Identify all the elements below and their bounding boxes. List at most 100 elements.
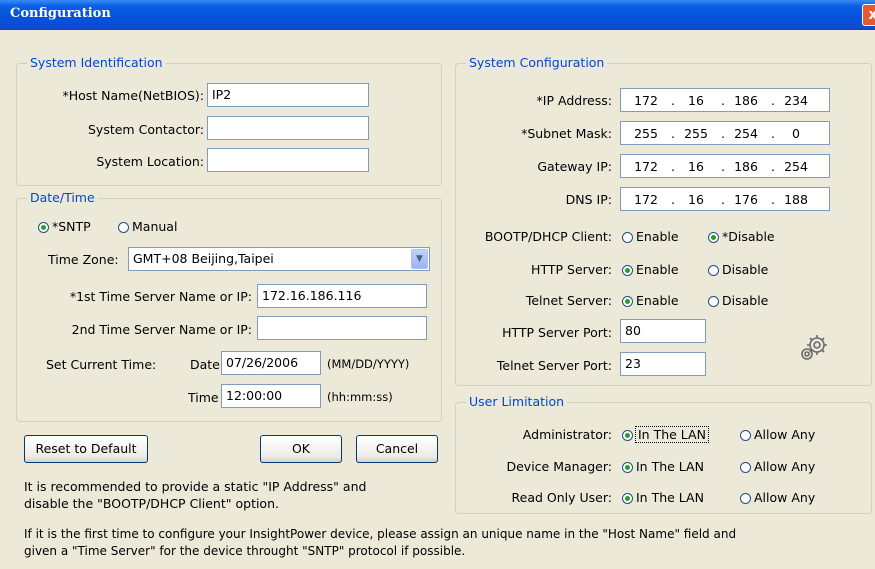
administrator-label: Administrator: bbox=[522, 427, 612, 442]
dns-dot: . bbox=[771, 192, 775, 207]
read-only-any-radio-circle bbox=[740, 493, 751, 504]
dns-octet-2: 16 bbox=[688, 192, 704, 207]
device-manager-any-label: Allow Any bbox=[754, 459, 816, 474]
sntp-radio[interactable]: *SNTP bbox=[38, 219, 91, 234]
read-only-lan-radio[interactable]: In The LAN bbox=[622, 490, 704, 505]
system-location-input[interactable] bbox=[207, 148, 369, 172]
telnet-enable-label: Enable bbox=[636, 293, 679, 308]
time-server-2-input[interactable] bbox=[257, 316, 427, 340]
bottom-note-line1: If it is the first time to configure you… bbox=[24, 527, 737, 541]
administrator-lan-label: In The LAN bbox=[635, 426, 709, 443]
time-zone-select[interactable]: GMT+08 Beijing,Taipei ▼ bbox=[128, 247, 430, 271]
gateway-ip-label: Gateway IP: bbox=[537, 159, 612, 174]
mask-dot: . bbox=[671, 126, 675, 141]
ip-dot: . bbox=[771, 93, 775, 108]
read-only-any-label: Allow Any bbox=[754, 490, 816, 505]
gateway-dot: . bbox=[671, 159, 675, 174]
device-manager-lan-radio[interactable]: In The LAN bbox=[622, 459, 704, 474]
telnet-server-label: Telnet Server: bbox=[525, 293, 612, 308]
mask-dot: . bbox=[721, 126, 725, 141]
window-title: Configuration bbox=[10, 6, 111, 21]
gateway-ip-input[interactable]: 172 . 16 . 186 . 254 bbox=[620, 154, 830, 178]
ip-octet-2: 16 bbox=[688, 93, 704, 108]
telnet-disable-label: Disable bbox=[722, 293, 769, 308]
bottom-note-line2: given a "Time Server" for the device thr… bbox=[24, 544, 466, 558]
subnet-mask-label: *Subnet Mask: bbox=[521, 126, 612, 141]
time-input[interactable]: 12:00:00 bbox=[221, 384, 321, 408]
set-current-time-label: Set Current Time: bbox=[46, 357, 157, 372]
telnet-disable-radio[interactable]: Disable bbox=[708, 293, 768, 308]
administrator-any-radio[interactable]: Allow Any bbox=[740, 427, 815, 442]
sntp-radio-label: *SNTP bbox=[52, 219, 91, 234]
dns-octet-4: 188 bbox=[784, 192, 808, 207]
system-contactor-label: System Contactor: bbox=[88, 122, 204, 137]
ok-button[interactable]: OK bbox=[260, 435, 342, 463]
ip-octet-4: 234 bbox=[784, 93, 808, 108]
system-location-label: System Location: bbox=[96, 154, 204, 169]
recommendation-note-line2: disable the "BOOTP/DHCP Client" option. bbox=[24, 496, 279, 511]
date-format-label: (MM/DD/YYYY) bbox=[327, 357, 410, 371]
user-limitation-legend: User Limitation bbox=[466, 394, 568, 409]
http-disable-label: Disable bbox=[722, 262, 769, 277]
cancel-button[interactable]: Cancel bbox=[356, 435, 438, 463]
time-label: Time bbox=[188, 390, 219, 405]
bootp-disable-radio[interactable]: *Disable bbox=[708, 229, 775, 244]
close-icon[interactable]: x bbox=[862, 4, 875, 26]
dns-octet-1: 172 bbox=[634, 192, 658, 207]
device-manager-label: Device Manager: bbox=[506, 459, 612, 474]
reset-to-default-button[interactable]: Reset to Default bbox=[24, 435, 148, 463]
time-server-1-input[interactable]: 172.16.186.116 bbox=[257, 284, 427, 308]
device-manager-any-radio-circle bbox=[740, 462, 751, 473]
system-contactor-input[interactable] bbox=[207, 116, 369, 140]
bootp-enable-radio[interactable]: Enable bbox=[622, 229, 679, 244]
gateway-octet-1: 172 bbox=[634, 159, 658, 174]
time-zone-value: GMT+08 Beijing,Taipei bbox=[133, 251, 274, 266]
ip-octet-1: 172 bbox=[634, 93, 658, 108]
read-only-lan-label: In The LAN bbox=[636, 490, 704, 505]
telnet-server-port-label: Telnet Server Port: bbox=[496, 358, 612, 373]
recommendation-note-line1: It is recommended to provide a static "I… bbox=[24, 479, 367, 494]
http-server-port-input[interactable]: 80 bbox=[620, 319, 706, 343]
telnet-server-port-input[interactable]: 23 bbox=[620, 352, 706, 376]
administrator-lan-radio[interactable]: In The LAN bbox=[622, 426, 709, 443]
bootp-disable-label: *Disable bbox=[722, 229, 775, 244]
subnet-mask-input[interactable]: 255 . 255 . 254 . 0 bbox=[620, 121, 830, 145]
mask-octet-1: 255 bbox=[634, 126, 658, 141]
read-only-lan-radio-circle bbox=[622, 493, 633, 504]
ip-address-input[interactable]: 172 . 16 . 186 . 234 bbox=[620, 88, 830, 112]
dns-octet-3: 176 bbox=[734, 192, 758, 207]
telnet-enable-radio[interactable]: Enable bbox=[622, 293, 679, 308]
chevron-down-icon[interactable]: ▼ bbox=[411, 249, 428, 269]
mask-octet-3: 254 bbox=[734, 126, 758, 141]
dns-ip-input[interactable]: 172 . 16 . 176 . 188 bbox=[620, 187, 830, 211]
telnet-disable-radio-circle bbox=[708, 296, 719, 307]
manual-radio[interactable]: Manual bbox=[118, 219, 177, 234]
ip-dot: . bbox=[721, 93, 725, 108]
device-manager-any-radio[interactable]: Allow Any bbox=[740, 459, 815, 474]
time-format-label: (hh:mm:ss) bbox=[327, 390, 393, 404]
configuration-window: Configuration x System Identification *H… bbox=[0, 0, 875, 569]
http-enable-radio[interactable]: Enable bbox=[622, 262, 679, 277]
time-server-2-label: 2nd Time Server Name or IP: bbox=[71, 322, 252, 337]
gear-icon[interactable] bbox=[797, 330, 831, 364]
sntp-radio-circle bbox=[38, 222, 49, 233]
host-name-input[interactable]: IP2 bbox=[207, 83, 369, 107]
device-manager-lan-label: In The LAN bbox=[636, 459, 704, 474]
read-only-any-radio[interactable]: Allow Any bbox=[740, 490, 815, 505]
dns-dot: . bbox=[671, 192, 675, 207]
mask-dot: . bbox=[771, 126, 775, 141]
administrator-any-label: Allow Any bbox=[754, 427, 816, 442]
gateway-dot: . bbox=[771, 159, 775, 174]
http-disable-radio-circle bbox=[708, 265, 719, 276]
gateway-octet-2: 16 bbox=[688, 159, 704, 174]
time-zone-label: Time Zone: bbox=[48, 252, 119, 267]
gateway-dot: . bbox=[721, 159, 725, 174]
ip-dot: . bbox=[671, 93, 675, 108]
http-disable-radio[interactable]: Disable bbox=[708, 262, 768, 277]
dns-dot: . bbox=[721, 192, 725, 207]
bootp-disable-radio-circle bbox=[708, 232, 719, 243]
date-input[interactable]: 07/26/2006 bbox=[221, 351, 321, 375]
bootp-enable-label: Enable bbox=[636, 229, 679, 244]
http-enable-radio-circle bbox=[622, 265, 633, 276]
administrator-any-radio-circle bbox=[740, 430, 751, 441]
